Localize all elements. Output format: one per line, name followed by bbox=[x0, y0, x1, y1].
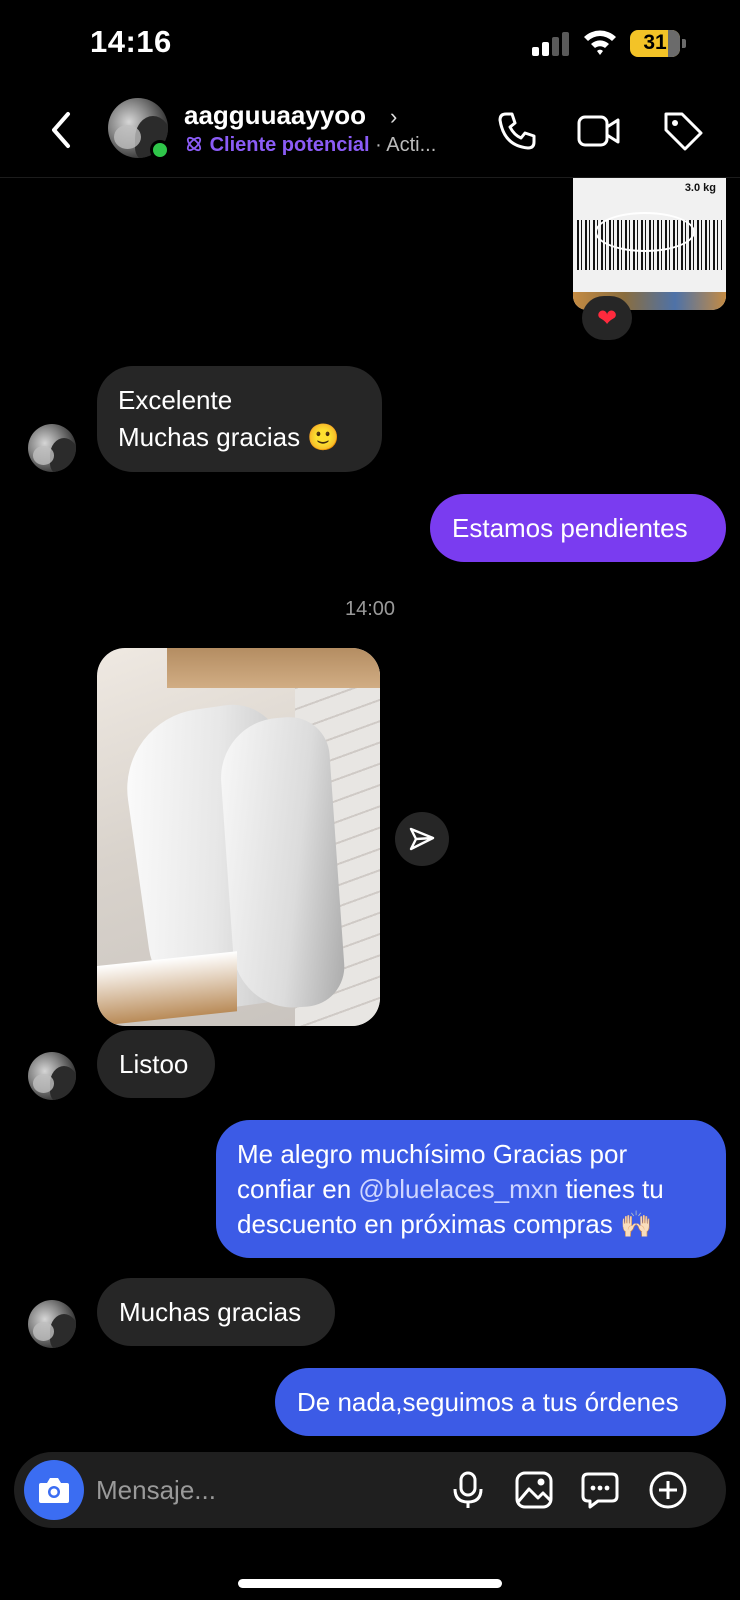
camera-icon bbox=[39, 1478, 69, 1503]
home-indicator[interactable] bbox=[238, 1579, 502, 1588]
back-chevron-icon[interactable] bbox=[44, 108, 78, 152]
avatar[interactable] bbox=[28, 1052, 76, 1100]
microphone-icon[interactable] bbox=[448, 1470, 488, 1510]
gallery-icon[interactable] bbox=[514, 1470, 554, 1510]
share-button[interactable] bbox=[395, 812, 449, 866]
tag-icon[interactable] bbox=[660, 108, 706, 154]
add-icon[interactable] bbox=[648, 1470, 688, 1510]
signal-icon bbox=[532, 32, 572, 56]
contact-subtitle: Cliente potencial · Acti... bbox=[184, 134, 436, 157]
outgoing-message-bubble[interactable]: Me alegro muchísimo Gracias por confiar … bbox=[216, 1120, 726, 1258]
battery-level: 31 bbox=[643, 31, 667, 54]
outgoing-message-bubble[interactable]: Estamos pendientes bbox=[430, 494, 726, 562]
avatar[interactable] bbox=[28, 424, 76, 472]
status-bar: 14:16 31 bbox=[0, 0, 740, 88]
outgoing-message-bubble[interactable]: De nada,seguimos a tus órdenes bbox=[275, 1368, 726, 1436]
activity-status: Acti... bbox=[386, 134, 437, 156]
camera-button[interactable] bbox=[24, 1460, 84, 1520]
message-timestamp: 14:00 bbox=[344, 598, 396, 620]
message-input[interactable] bbox=[96, 1470, 426, 1510]
mention-link[interactable]: @bluelaces_mxn bbox=[358, 1174, 558, 1204]
incoming-message-bubble[interactable]: Listoo bbox=[97, 1030, 215, 1098]
tag-atom-icon bbox=[186, 136, 202, 152]
sticker-chat-icon[interactable] bbox=[580, 1470, 620, 1510]
lead-label[interactable]: Cliente potencial bbox=[210, 134, 370, 156]
shared-photo-sneakers[interactable] bbox=[97, 648, 380, 1026]
send-icon bbox=[409, 827, 435, 851]
receipt-weight: 3.0 kg bbox=[684, 182, 716, 194]
chat-header: aagguuaayyoo › Cliente potencial · Acti.… bbox=[0, 88, 740, 178]
status-time: 14:16 bbox=[90, 24, 172, 59]
incoming-message-bubble[interactable]: Muchas gracias bbox=[97, 1278, 335, 1346]
wifi-icon bbox=[584, 30, 616, 55]
avatar[interactable] bbox=[28, 1300, 76, 1348]
heart-reaction-icon[interactable]: ❤ bbox=[582, 296, 632, 340]
incoming-message-bubble[interactable]: Excelente Muchas gracias 🙂 bbox=[97, 366, 382, 472]
chevron-right-icon[interactable]: › bbox=[390, 104, 397, 130]
message-composer bbox=[14, 1452, 726, 1528]
shared-image-receipt[interactable]: 3.0 kg bbox=[573, 178, 726, 310]
battery-icon: 31 bbox=[630, 30, 686, 57]
contact-username[interactable]: aagguuaayyoo bbox=[184, 100, 366, 131]
online-status-dot bbox=[150, 140, 170, 160]
phone-call-icon[interactable] bbox=[494, 108, 540, 154]
video-call-icon[interactable] bbox=[576, 108, 622, 154]
